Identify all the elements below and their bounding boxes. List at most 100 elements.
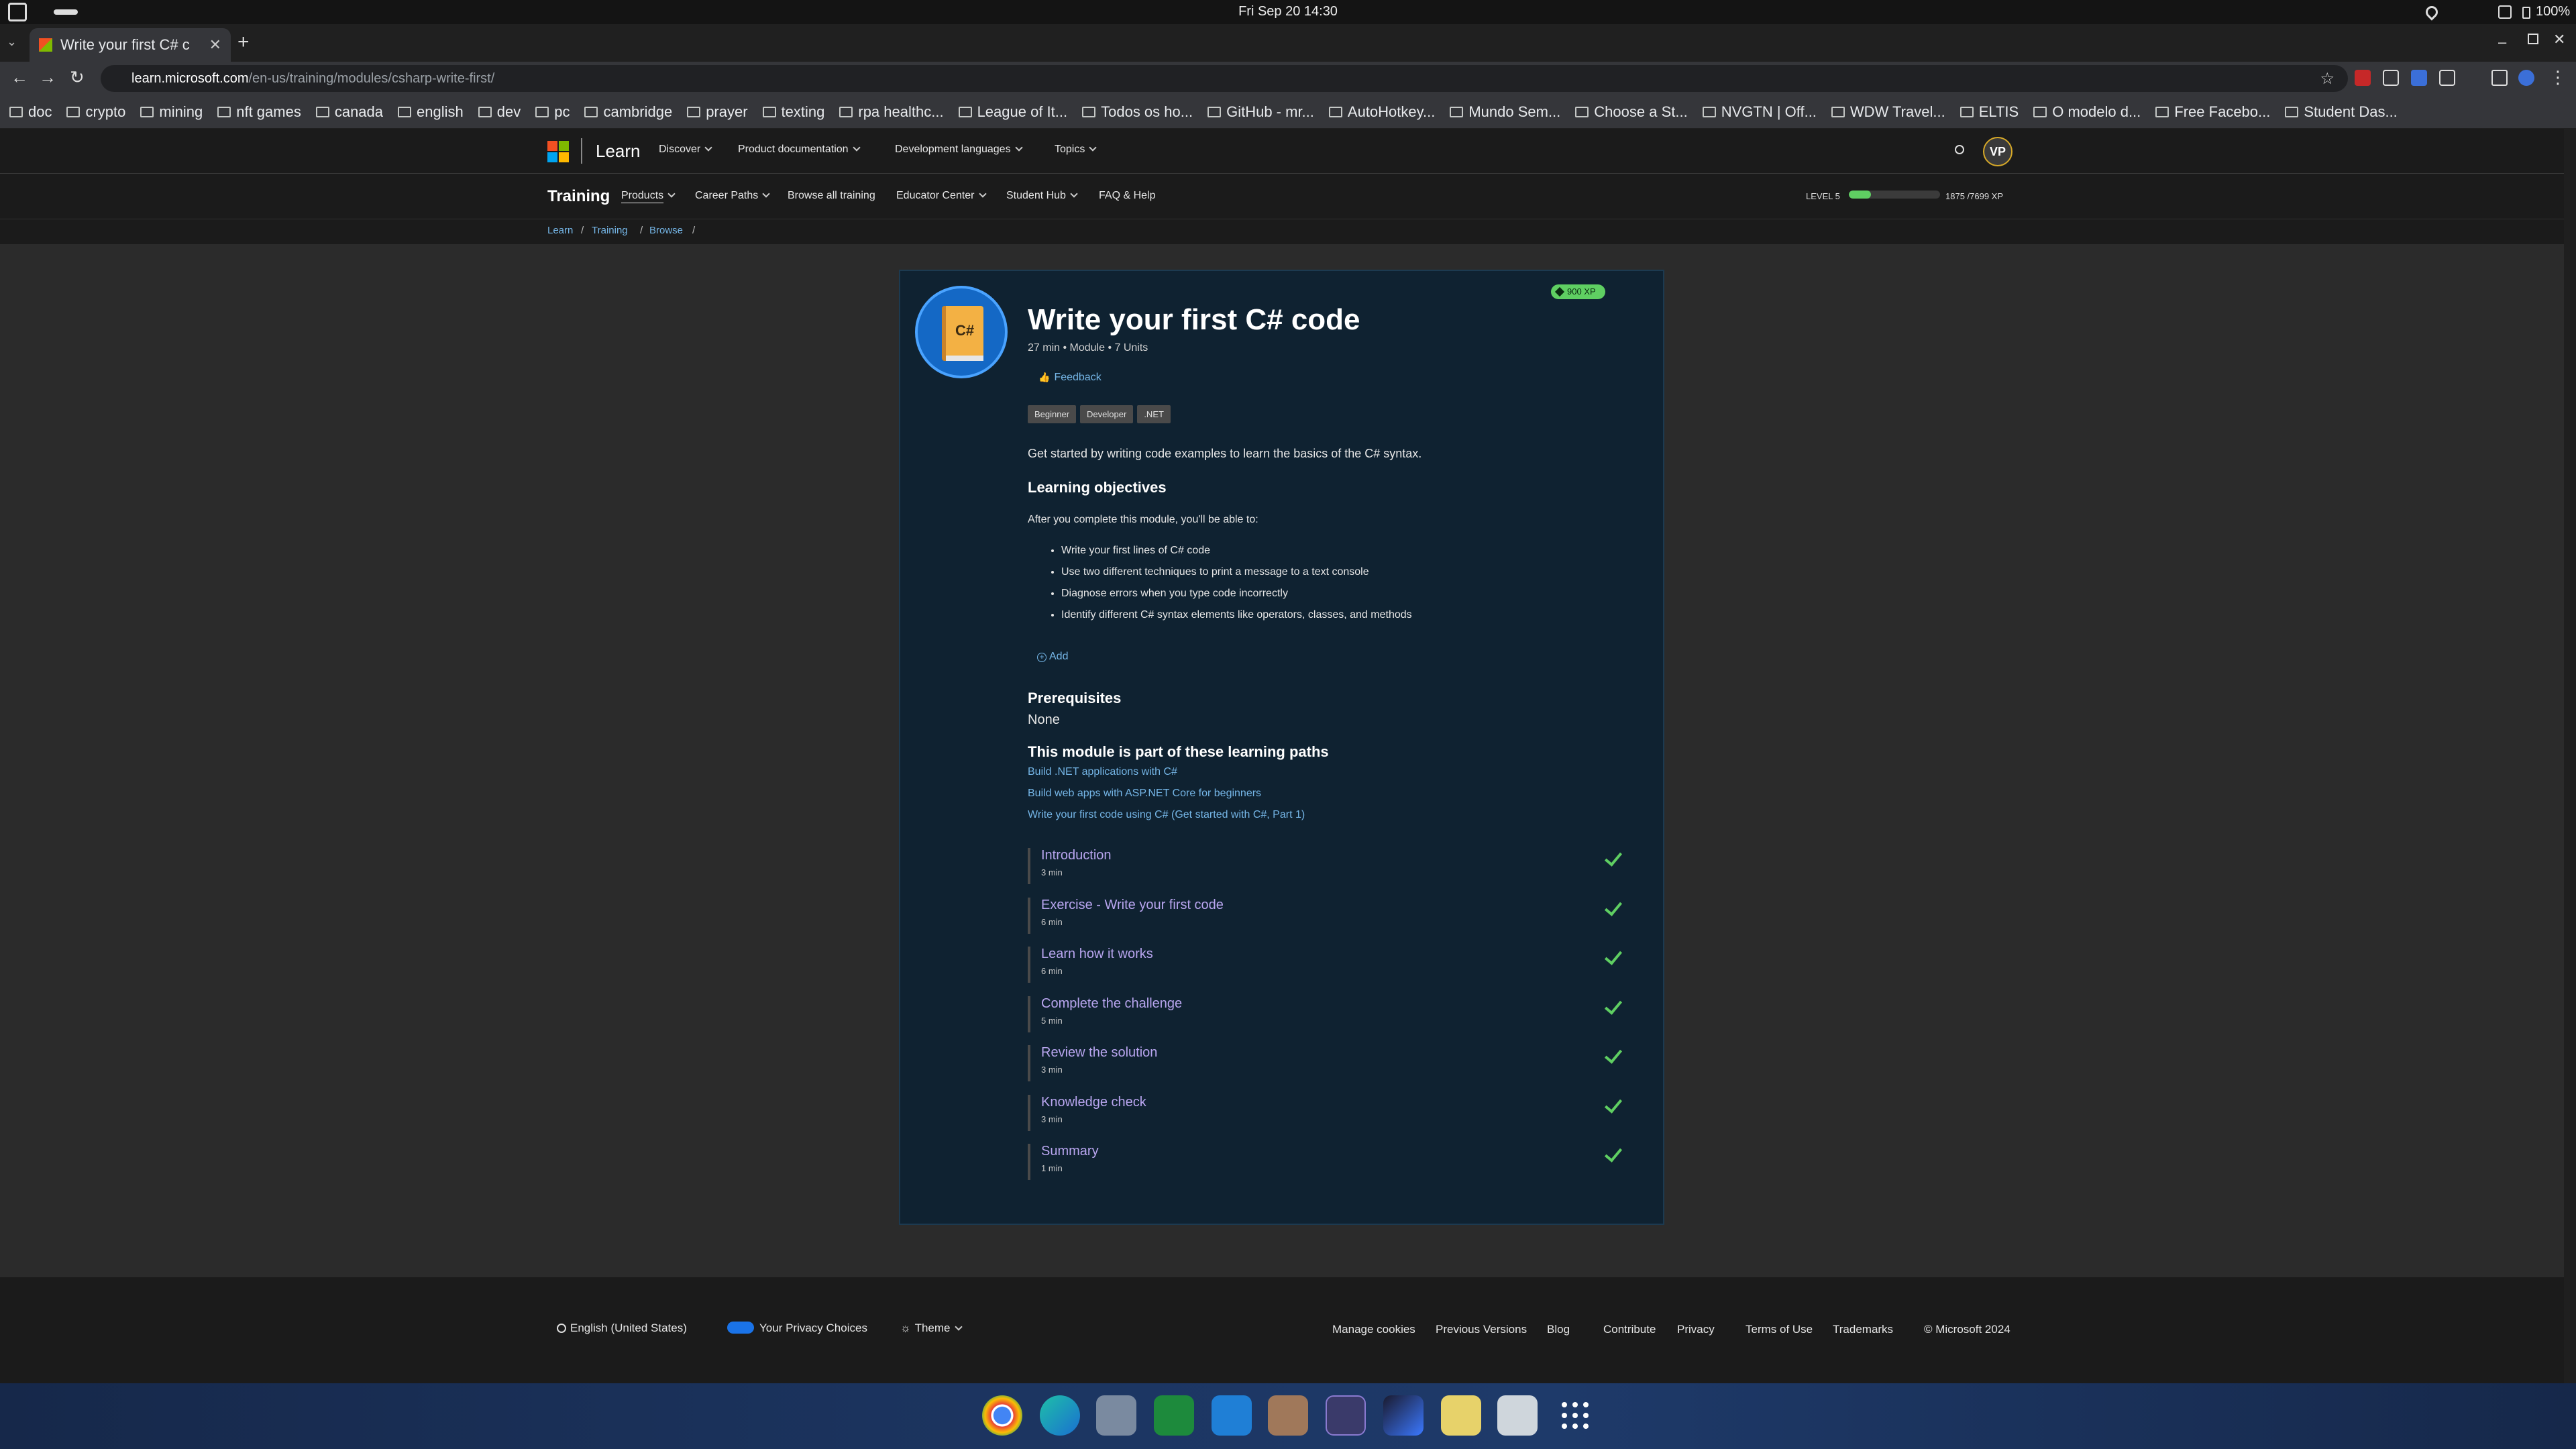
scrollbar[interactable] [2564,129,2576,1383]
training-title[interactable]: Training [547,187,610,206]
microsoft-logo-icon[interactable] [547,141,569,162]
profile-icon[interactable] [2518,70,2534,86]
unit-item[interactable]: Learn how it works 6 min [1028,947,1623,983]
unit-title[interactable]: Introduction [1041,848,1618,863]
back-icon[interactable]: ← [11,67,28,88]
unit-item[interactable]: Introduction 3 min [1028,848,1623,884]
bookmark-item[interactable]: NVGTN | Off... [1702,103,1817,121]
footer-link[interactable]: Trademarks [1833,1323,1893,1336]
side-panel-icon[interactable] [2491,70,2508,86]
bookmark-item[interactable]: AutoHotkey... [1328,103,1435,121]
tag-badge[interactable]: Beginner [1028,405,1077,423]
bookmark-item[interactable]: crypto [66,103,125,121]
bookmark-item[interactable]: Todos os ho... [1082,103,1193,121]
learning-path-link[interactable]: Write your first code using C# (Get star… [1028,809,1305,821]
language-selector[interactable]: English (United States) [557,1322,687,1335]
bookmark-item[interactable]: O modelo d... [2033,103,2141,121]
terminal-icon[interactable] [1326,1395,1366,1436]
files-icon[interactable] [1096,1395,1136,1436]
header-menu-item[interactable]: Topics [1055,144,1097,156]
active-tab[interactable]: Write your first C# c ✕ [30,28,231,62]
avatar[interactable]: VP [1983,137,2012,166]
minimize-icon[interactable]: – [2498,34,2506,51]
bookmark-item[interactable]: WDW Travel... [1831,103,1945,121]
search-icon[interactable] [1955,145,1964,154]
bookmark-item[interactable]: dev [478,103,521,121]
tag-badge[interactable]: Developer [1080,405,1134,423]
activities-icon[interactable] [8,3,27,21]
unit-title[interactable]: Knowledge check [1041,1095,1618,1110]
bookmark-star-icon[interactable]: ☆ [2320,69,2334,89]
header-menu-item[interactable]: Development languages [895,144,1023,156]
unit-item[interactable]: Complete the challenge 5 min [1028,996,1623,1032]
bookmark-item[interactable]: doc [9,103,52,121]
vscode-icon[interactable] [1212,1395,1252,1436]
bookmark-item[interactable]: ELTIS [1960,103,2019,121]
footer-link[interactable]: Manage cookies [1332,1323,1415,1336]
privacy-choices-link[interactable]: Your Privacy Choices [727,1322,867,1335]
trash-icon[interactable] [1497,1395,1538,1436]
volume-icon[interactable] [2498,5,2512,19]
bookmark-item[interactable]: pc [535,103,570,121]
unit-title[interactable]: Exercise - Write your first code [1041,898,1618,913]
intellij-icon[interactable] [1383,1395,1424,1436]
spreadsheet-icon[interactable] [1154,1395,1194,1436]
extension-icon[interactable] [2383,70,2399,86]
maximize-icon[interactable] [2528,34,2538,44]
unit-item[interactable]: Review the solution 3 min [1028,1045,1623,1081]
learning-path-link[interactable]: Build .NET applications with C# [1028,766,1305,778]
extensions-puzzle-icon[interactable] [2439,70,2455,86]
extension-icon[interactable] [2411,70,2427,86]
bookmark-item[interactable]: Student Das... [2285,103,2398,121]
tag-badge[interactable]: .NET [1137,405,1171,423]
unit-title[interactable]: Summary [1041,1144,1618,1159]
menu-kebab-icon[interactable]: ⋮ [2549,67,2567,88]
chrome-icon[interactable] [982,1395,1022,1436]
footer-link[interactable]: Terms of Use [1746,1323,1813,1336]
archive-icon[interactable] [1268,1395,1308,1436]
brand-learn[interactable]: Learn [596,141,641,162]
bookmark-item[interactable]: League of It... [958,103,1067,121]
battery-icon[interactable] [2522,7,2530,19]
bookmark-item[interactable]: canada [315,103,383,121]
breadcrumb-link[interactable]: Browse [649,225,683,236]
footer-link[interactable]: Contribute [1603,1323,1656,1336]
bookmark-item[interactable]: Free Facebo... [2155,103,2270,121]
training-nav-item[interactable]: FAQ & Help [1099,190,1155,202]
training-nav-item[interactable]: Educator Center [896,190,987,202]
wifi-icon[interactable] [2423,3,2440,21]
forward-icon[interactable]: → [39,67,56,88]
unit-title[interactable]: Learn how it works [1041,947,1618,962]
training-nav-item[interactable]: Products [621,190,676,202]
workspace-indicator[interactable] [54,9,78,15]
extension-icon[interactable] [2355,70,2371,86]
unit-title[interactable]: Complete the challenge [1041,996,1618,1012]
header-menu-item[interactable]: Product documentation [738,144,861,156]
unit-item[interactable]: Knowledge check 3 min [1028,1094,1623,1131]
reload-icon[interactable]: ↻ [70,67,85,88]
close-tab-icon[interactable]: ✕ [209,36,221,54]
tab-search-icon[interactable]: ⌄ [7,35,20,48]
bookmark-item[interactable]: Mundo Sem... [1450,103,1560,121]
new-tab-icon[interactable]: + [237,31,250,54]
footer-link[interactable]: Privacy [1677,1323,1715,1336]
training-nav-item[interactable]: Career Paths [695,190,770,202]
address-bar[interactable]: learn.microsoft.com/en-us/training/modul… [101,65,2348,92]
learning-path-link[interactable]: Build web apps with ASP.NET Core for beg… [1028,788,1305,800]
bookmark-item[interactable]: cambridge [584,103,672,121]
bookmark-item[interactable]: GitHub - mr... [1208,103,1314,121]
unit-title[interactable]: Review the solution [1041,1045,1618,1061]
app-grid-icon[interactable] [1555,1395,1595,1436]
footer-link[interactable]: Blog [1547,1323,1570,1336]
feedback-button[interactable]: 👍 Feedback [1038,372,1102,384]
breadcrumb-link[interactable]: Training [592,225,628,236]
add-button[interactable]: + Add [1037,651,1068,663]
theme-selector[interactable]: ☼ Theme [900,1322,963,1335]
clock[interactable]: Fri Sep 20 14:30 [1234,4,1342,19]
bookmark-item[interactable]: mining [140,103,203,121]
breadcrumb-link[interactable]: Learn [547,225,573,236]
close-window-icon[interactable]: ✕ [2553,31,2565,48]
bookmark-item[interactable]: english [398,103,464,121]
bookmark-item[interactable]: Choose a St... [1575,103,1688,121]
bookmark-item[interactable]: prayer [687,103,748,121]
